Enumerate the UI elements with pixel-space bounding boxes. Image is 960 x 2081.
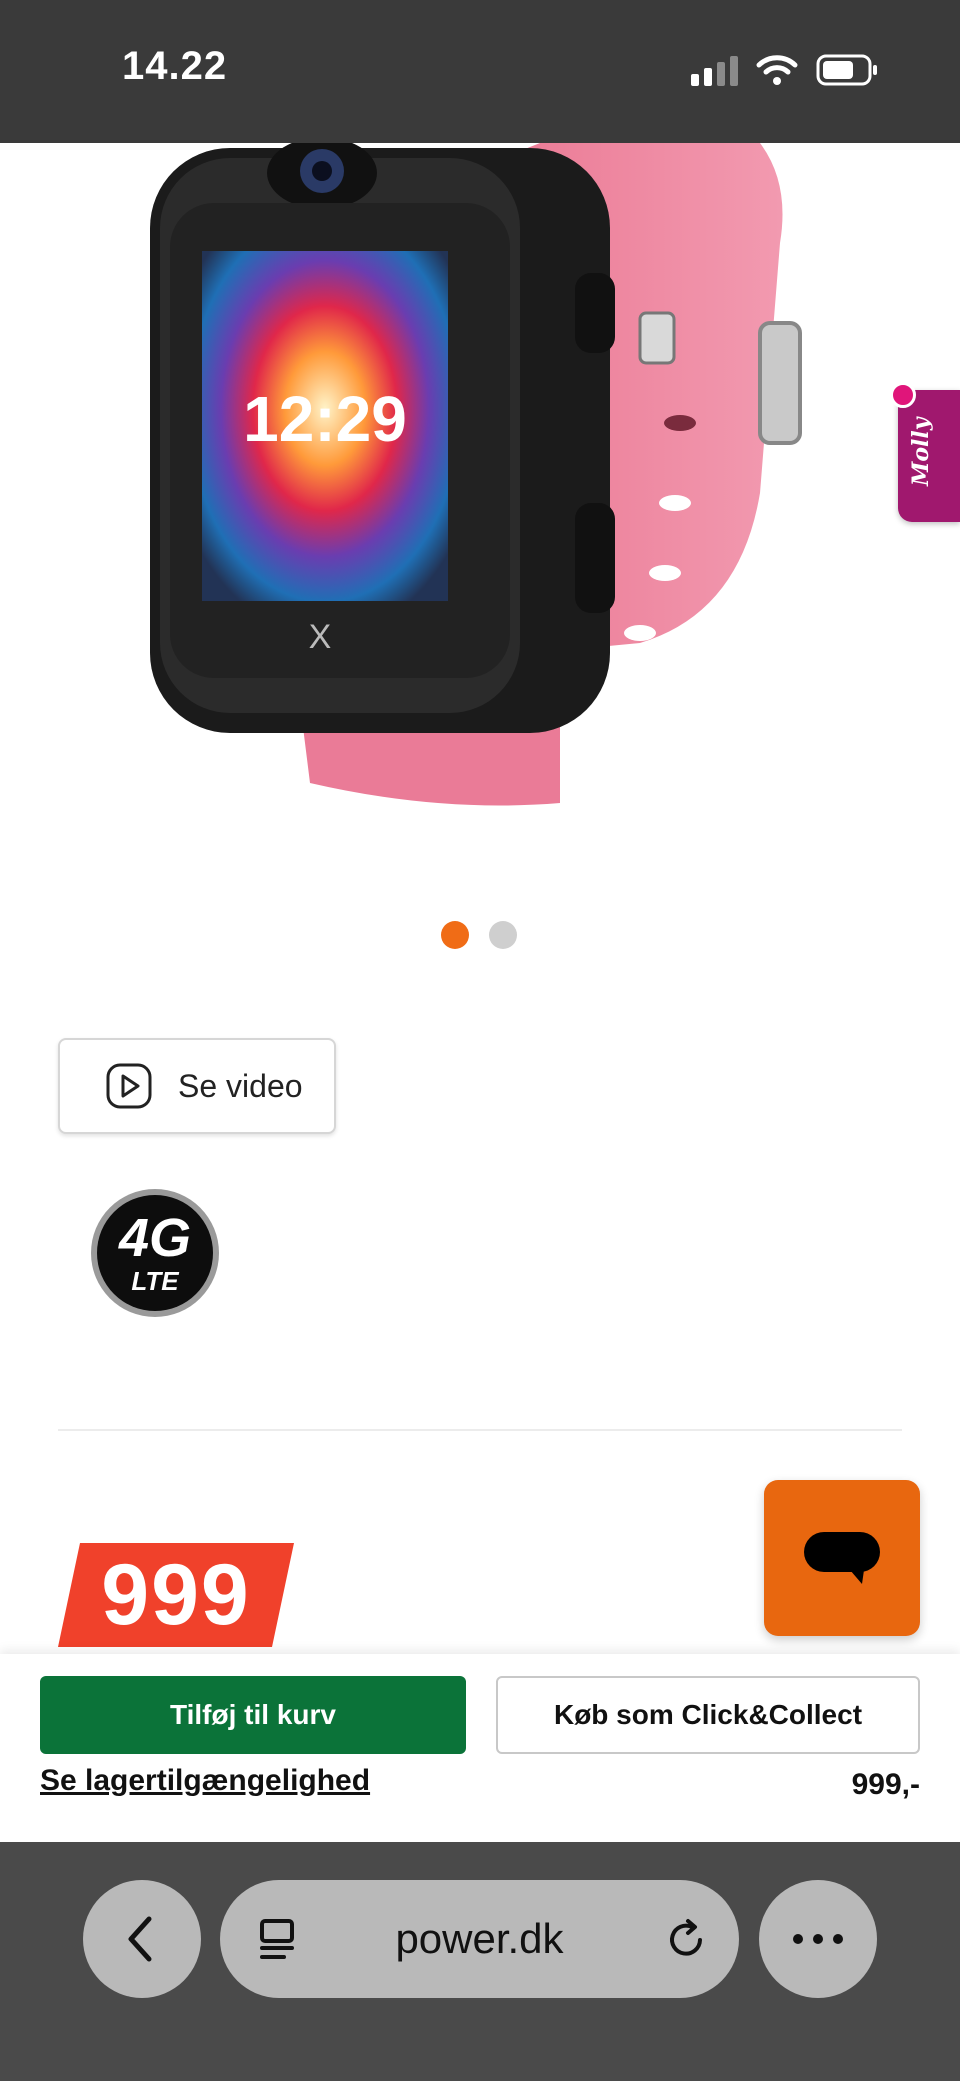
svg-text:X: X bbox=[309, 618, 332, 656]
reload-icon[interactable] bbox=[664, 1918, 708, 1962]
back-button[interactable] bbox=[83, 1880, 201, 1998]
video-button[interactable]: Se video bbox=[58, 1038, 336, 1134]
signal-icon bbox=[691, 54, 738, 86]
address-bar[interactable]: power.dk bbox=[220, 1880, 739, 1998]
price-big: 999 bbox=[101, 1546, 251, 1643]
molly-side-tab[interactable]: Molly bbox=[890, 382, 960, 522]
divider bbox=[58, 1429, 902, 1431]
back-icon bbox=[128, 1916, 152, 1962]
stock-availability-link[interactable]: Se lagertilgængelighed bbox=[40, 1764, 370, 1798]
badge-4g-text: 4G bbox=[118, 1208, 191, 1268]
add-to-cart-button[interactable]: Tilføj til kurv bbox=[40, 1676, 466, 1754]
4g-lte-badge: 4G LTE bbox=[91, 1189, 219, 1317]
browser-toolbar: power.dk bbox=[0, 1842, 960, 2081]
click-collect-button[interactable]: Køb som Click&Collect bbox=[496, 1676, 920, 1754]
watch-screen-time: 12:29 bbox=[243, 383, 407, 455]
molly-label: Molly bbox=[908, 417, 934, 486]
chat-icon bbox=[804, 1532, 880, 1584]
product-image[interactable]: 12:29 X bbox=[0, 143, 960, 843]
purchase-bar: Tilføj til kurv Køb som Click&Collect Se… bbox=[0, 1654, 960, 1842]
url-text: power.dk bbox=[395, 1915, 564, 1962]
status-icons bbox=[691, 50, 880, 90]
battery-icon bbox=[816, 54, 877, 86]
chat-button[interactable] bbox=[764, 1480, 920, 1636]
more-icon bbox=[793, 1934, 843, 1944]
more-button[interactable] bbox=[759, 1880, 877, 1998]
carousel-dot-1[interactable] bbox=[441, 921, 469, 949]
badge-lte-text: LTE bbox=[131, 1266, 179, 1296]
status-time: 14.22 bbox=[122, 44, 228, 88]
price-small: 999,- bbox=[851, 1768, 920, 1801]
wifi-icon bbox=[756, 55, 798, 85]
video-button-label: Se video bbox=[178, 1067, 303, 1104]
carousel-dots bbox=[441, 921, 517, 949]
notification-dot bbox=[890, 382, 916, 408]
carousel-dot-2[interactable] bbox=[489, 921, 517, 949]
status-bar: 14.22 bbox=[0, 0, 960, 143]
play-icon bbox=[106, 1063, 152, 1109]
smartwatch-image: 12:29 X bbox=[150, 143, 802, 806]
